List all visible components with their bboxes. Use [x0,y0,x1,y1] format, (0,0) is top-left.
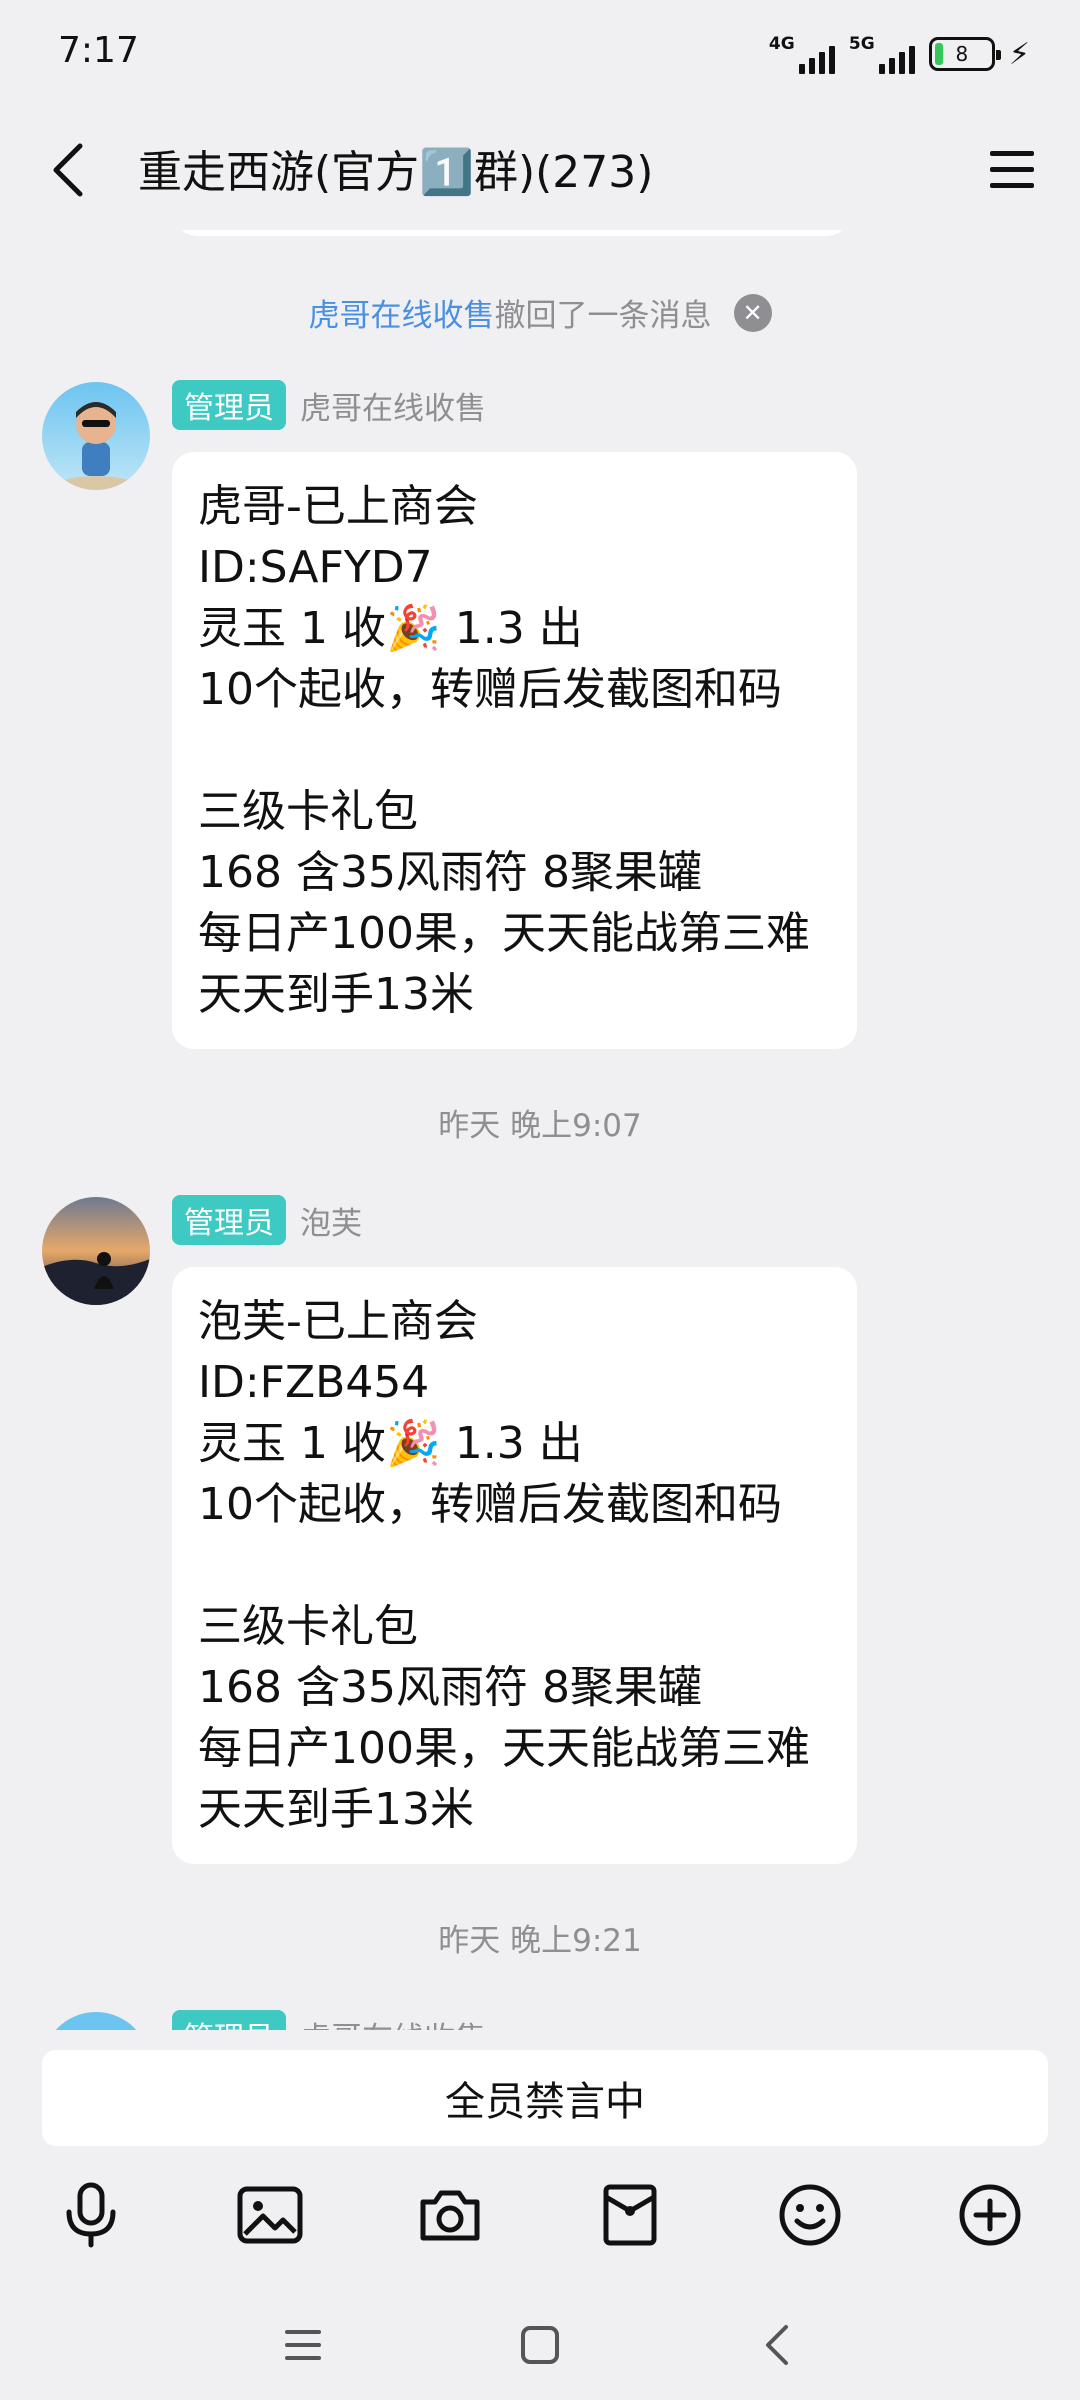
sender-name[interactable]: 虎哥在线收售 [300,2013,486,2031]
message-line: 天天到手13米 [198,969,474,1020]
back-arrow-icon [766,2325,788,2365]
admin-badge: 管理员 [172,380,286,430]
message-line: ID:SAFYD7 [198,542,433,593]
message-line [198,1535,831,1596]
message-bubble[interactable]: 虎哥-已上商会 ID:SAFYD7 灵玉 1 收🎉 1.3 出 10个起收，转赠… [172,452,857,1049]
red-packet-icon [603,2184,657,2246]
cellular-signal-icon: 5G [849,34,915,74]
message-timestamp: 昨天 晚上9:07 [438,1108,642,1144]
home-button[interactable] [505,2310,575,2380]
avatar[interactable] [42,382,150,490]
status-time: 7:17 [58,30,139,71]
voice-button[interactable] [46,2170,136,2260]
red-packet-button[interactable] [585,2170,675,2260]
chat-title: 重走西游(官方1️⃣群)(273) [138,147,654,198]
system-navigation-bar [0,2290,1080,2400]
recent-apps-button[interactable] [268,2310,338,2380]
message-line: 灵玉 1 收🎉 1.3 出 [198,1418,583,1469]
back-button[interactable] [30,132,106,208]
recall-notice: 虎哥在线收售 撤回了一条消息 ✕ [0,290,1080,335]
message-line: 三级卡礼包 [198,1601,418,1652]
camera-button[interactable] [405,2170,495,2260]
recall-text: 撤回了一条消息 [494,298,712,334]
message-line: ID:FZB454 [198,1357,430,1408]
message-line: 10个起收，转赠后发截图和码 [198,664,782,715]
message-line: 168 含35风雨符 8聚果罐 [198,1662,702,1713]
more-button[interactable] [945,2170,1035,2260]
hamburger-icon [990,151,1034,188]
plus-icon [959,2184,1021,2246]
emoji-button[interactable] [765,2170,855,2260]
emoji-icon [779,2184,841,2246]
charging-icon: ⚡ [1008,36,1030,72]
message-line: 三级卡礼包 [198,786,418,837]
status-icons: 4G 5G 8 ⚡ [769,30,1030,78]
mute-notice: 全员禁言中 [42,2050,1048,2146]
message-line: 每日产100果，天天能战第三难 [198,1723,810,1774]
cellular-signal-icon: 4G [769,34,835,74]
avatar[interactable] [42,1197,150,1305]
battery-icon: 8 [928,37,1001,71]
camera-icon [420,2190,480,2241]
message-line: 10个起收，转赠后发截图和码 [198,1479,782,1530]
previous-message-bubble [172,230,852,236]
image-icon [237,2186,303,2244]
chevron-left-icon [53,143,83,197]
menu-icon [285,2330,321,2360]
message-line: 每日产100果，天天能战第三难 [198,908,810,959]
input-toolbar [0,2170,1080,2260]
image-button[interactable] [225,2170,315,2260]
avatar[interactable] [42,2012,150,2030]
admin-badge: 管理员 [172,2010,286,2030]
home-square-icon [521,2326,559,2364]
close-icon[interactable]: ✕ [733,293,772,332]
message-meta: 管理员 虎哥在线收售 [172,2010,486,2030]
status-bar: 7:17 4G 5G 8 ⚡ [0,0,1080,110]
message-line: 天天到手13米 [198,1784,474,1835]
message-line: 168 含35风雨符 8聚果罐 [198,847,702,898]
sender-name[interactable]: 虎哥在线收售 [300,383,486,428]
chat-messages[interactable]: 虎哥在线收售 撤回了一条消息 ✕ 管理员 虎哥在线收售 虎哥-已上商会 ID:S… [0,230,1080,2030]
recall-sender-link[interactable]: 虎哥在线收售 [309,290,495,335]
menu-button[interactable] [974,132,1050,208]
microphone-icon [66,2182,116,2248]
message-line: 泡芙-已上商会 [198,1296,478,1347]
admin-badge: 管理员 [172,1195,286,1245]
message-meta: 管理员 泡芙 [172,1195,362,1245]
message-line: 灵玉 1 收🎉 1.3 出 [198,603,583,654]
chat-header: 重走西游(官方1️⃣群)(273) [0,110,1080,230]
message-line [198,720,831,781]
system-back-button[interactable] [742,2310,812,2380]
message-meta: 管理员 虎哥在线收售 [172,380,486,430]
sender-name[interactable]: 泡芙 [300,1198,362,1243]
message-bubble[interactable]: 泡芙-已上商会 ID:FZB454 灵玉 1 收🎉 1.3 出 10个起收，转赠… [172,1267,857,1864]
message-timestamp: 昨天 晚上9:21 [438,1923,642,1959]
message-line: 虎哥-已上商会 [198,481,478,532]
